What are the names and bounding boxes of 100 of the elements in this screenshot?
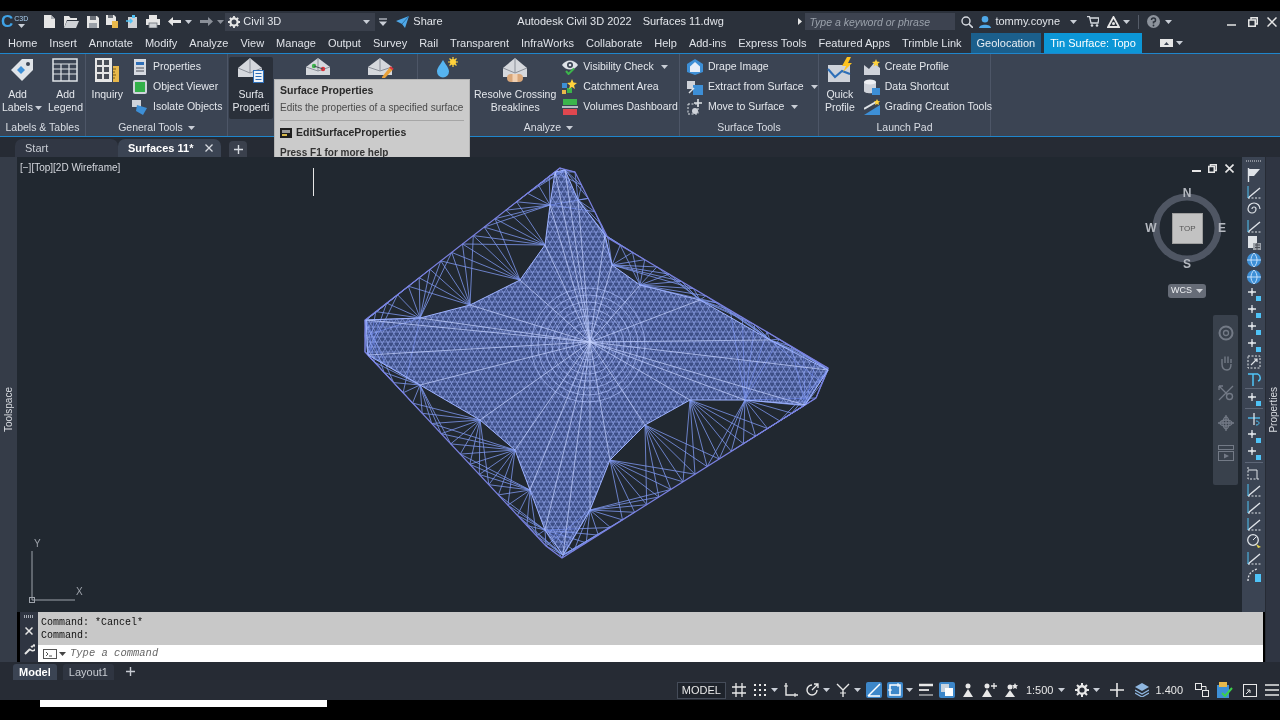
triangle-icon[interactable] — [1107, 15, 1120, 28]
right-angle-icon[interactable] — [782, 682, 799, 698]
slope-lines-icon[interactable] — [1246, 550, 1261, 565]
panel-title-button[interactable]: General Tools — [118, 119, 195, 136]
user-icon[interactable] — [979, 15, 992, 28]
ribbon-small-button[interactable]: Move to Surface — [686, 97, 819, 117]
ribbon-tab[interactable]: Survey — [366, 33, 414, 53]
wrench-icon[interactable] — [23, 644, 35, 655]
help-icon[interactable] — [1147, 15, 1160, 28]
search-field[interactable]: Type a keyword or phrase — [805, 13, 956, 30]
snap-square-icon[interactable] — [886, 682, 903, 698]
node-icon[interactable] — [1246, 428, 1261, 443]
ribbon-tab[interactable]: Insert — [43, 33, 83, 53]
save-as-icon[interactable] — [106, 15, 119, 28]
ribbon-small-button[interactable]: Properties — [131, 57, 224, 77]
slope-lines-icon[interactable] — [1246, 184, 1261, 199]
fullscreen-icon[interactable] — [1243, 683, 1257, 697]
scale-box-icon[interactable] — [1246, 354, 1261, 369]
globe-icon[interactable] — [1246, 252, 1261, 267]
ribbon-tab[interactable]: Modify — [138, 33, 184, 53]
paper-plane-icon[interactable] — [396, 15, 410, 28]
ribbon-tab[interactable]: Add-ins — [682, 33, 733, 53]
ribbon-small-button[interactable]: Create Profile — [862, 57, 993, 77]
dashed-corner-icon[interactable] — [1246, 465, 1261, 480]
ribbon-tab[interactable]: Collaborate — [580, 33, 649, 53]
close-icon[interactable] — [1225, 164, 1234, 173]
caret-icon[interactable] — [1093, 688, 1101, 692]
ribbon-tab[interactable]: Output — [321, 33, 367, 53]
caret-icon[interactable] — [187, 125, 195, 130]
model-space-button[interactable]: MODEL — [676, 681, 726, 699]
ribbon-button[interactable]: Inquiry — [89, 57, 126, 119]
gear-icon[interactable] — [228, 15, 241, 28]
right-triangle-icon[interactable] — [798, 18, 803, 25]
ribbon-small-button[interactable]: Visibility Check — [561, 57, 679, 77]
circle-arrow-icon[interactable] — [803, 682, 820, 698]
line-weights-icon[interactable] — [917, 682, 934, 698]
layers-icon[interactable] — [1135, 683, 1150, 697]
restore-icon[interactable] — [1208, 164, 1217, 173]
arc-calculator-icon[interactable] — [1246, 567, 1261, 582]
redo-icon[interactable] — [200, 17, 214, 26]
panel-title-button[interactable]: Analyze — [523, 119, 574, 136]
ribbon-small-button[interactable]: Extract from Surface — [686, 77, 819, 97]
ribbon-tab[interactable]: View — [234, 33, 271, 53]
node-icon[interactable] — [1246, 303, 1261, 318]
globe-icon[interactable] — [1246, 269, 1261, 284]
flag-icon[interactable] — [1246, 167, 1261, 182]
ribbon-tab[interactable]: Manage — [270, 33, 322, 53]
ribbon-button[interactable]: Add Legend — [45, 57, 85, 119]
ribbon-button[interactable]: Surfa Properti — [229, 57, 273, 119]
ribbon-button[interactable]: Quick Profile — [823, 57, 857, 119]
printer-icon[interactable] — [146, 15, 161, 28]
caret-icon[interactable] — [1070, 19, 1077, 24]
plus-icon[interactable] — [125, 667, 135, 676]
document-grid-icon[interactable] — [1246, 235, 1261, 250]
save-icon[interactable] — [87, 15, 100, 28]
palette-title[interactable]: Toolspace — [1, 387, 16, 432]
compass-direction[interactable]: N — [1181, 187, 1193, 200]
ribbon-small-button[interactable]: Isolate Objects — [131, 97, 224, 117]
close-icon[interactable] — [205, 144, 213, 152]
spiral-icon[interactable] — [1246, 201, 1261, 216]
dot-grid-icon[interactable] — [751, 682, 768, 698]
ribbon-small-button[interactable]: Grading Creation Tools — [862, 97, 993, 117]
new-tab-button[interactable] — [229, 141, 247, 157]
film-icon[interactable] — [1217, 445, 1234, 461]
caret-icon[interactable] — [770, 688, 778, 692]
compass-direction[interactable]: W — [1144, 222, 1158, 235]
ribbon-small-button[interactable]: Volumes Dashboard — [561, 97, 679, 117]
compass-direction[interactable]: S — [1181, 258, 1193, 271]
ribbon-tab[interactable]: Featured Apps — [812, 33, 897, 53]
user-menu-button[interactable]: tommy.coyne — [979, 13, 1077, 30]
restore-icon[interactable] — [1248, 16, 1258, 27]
caret-icon[interactable] — [822, 688, 830, 692]
ribbon-tab[interactable]: Trimble Link — [896, 33, 968, 53]
cross-loop-icon[interactable] — [1246, 411, 1261, 426]
caret-icon[interactable] — [660, 65, 668, 69]
plus-icon[interactable] — [1110, 683, 1125, 697]
close-icon[interactable] — [1267, 16, 1277, 27]
ribbon-tab[interactable]: Rail — [413, 33, 445, 53]
steering-wheel-icon[interactable] — [1217, 325, 1234, 341]
surface-pencil-icon[interactable] — [368, 57, 394, 78]
linked-boxes-icon[interactable] — [1195, 683, 1209, 697]
ribbon-button[interactable]: Resolve Crossing Breaklines — [472, 57, 559, 119]
node-icon[interactable] — [1246, 320, 1261, 335]
caret-icon[interactable] — [1165, 19, 1172, 24]
undo-icon[interactable] — [168, 17, 182, 26]
panel-toggle-icon[interactable] — [1159, 39, 1173, 47]
folder-icon[interactable] — [64, 15, 80, 28]
caret-icon[interactable] — [17, 24, 25, 28]
node-icon[interactable] — [1246, 286, 1261, 301]
grip-icon[interactable] — [24, 615, 34, 618]
annotation-scale-button[interactable]: 1:500 — [1025, 681, 1066, 699]
angle-icon[interactable] — [865, 682, 882, 698]
ribbon-tab[interactable]: Geolocation — [970, 33, 1042, 53]
ribbon-tab[interactable]: Transparent — [444, 33, 515, 53]
caret-icon[interactable] — [566, 125, 574, 130]
surface-points-icon[interactable] — [306, 57, 332, 78]
new-document-icon[interactable] — [44, 15, 56, 28]
zoom-icon[interactable] — [1217, 385, 1234, 401]
ribbon-small-button[interactable]: Drape Image — [686, 57, 819, 77]
coordinate-system-dropdown[interactable]: WCS — [1168, 284, 1206, 298]
